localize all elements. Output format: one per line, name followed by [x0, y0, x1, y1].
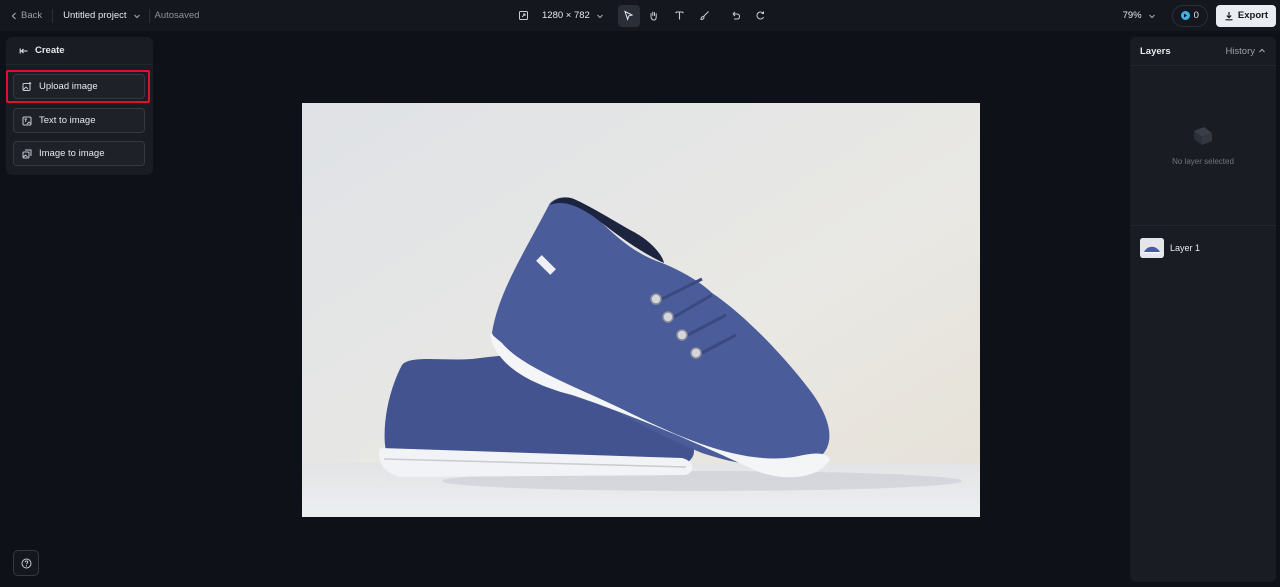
shoe-image — [302, 103, 980, 517]
undo-button[interactable] — [725, 5, 747, 27]
text-to-image-label: Text to image — [39, 115, 96, 126]
image-to-image-button[interactable]: Image to image — [13, 141, 145, 166]
layers-panel: Layers History No layer selected Layer 1 — [1130, 37, 1276, 582]
toolbar-left: Back Untitled project Autosaved — [10, 0, 199, 31]
text-to-image-icon — [22, 116, 32, 125]
credits-badge[interactable]: 0 — [1171, 4, 1208, 27]
resize-icon — [518, 11, 528, 20]
select-tool-button[interactable] — [617, 4, 640, 27]
create-title: Create — [35, 45, 65, 56]
chevron-down-icon — [133, 14, 140, 18]
back-button[interactable]: Back — [10, 10, 42, 21]
layer-item[interactable]: Layer 1 — [1140, 236, 1266, 260]
credits-count: 0 — [1193, 10, 1199, 21]
chevron-down-icon — [1148, 14, 1155, 18]
chevron-up-icon — [1259, 48, 1265, 53]
layers-panel-header: Layers History — [1130, 37, 1276, 66]
canvas-size-label: 1280 × 782 — [542, 10, 590, 21]
upload-image-icon — [22, 81, 32, 91]
help-icon — [21, 558, 31, 568]
image-to-image-label: Image to image — [39, 148, 105, 159]
resize-canvas-button[interactable] — [512, 5, 534, 27]
layer-name: Layer 1 — [1170, 243, 1201, 253]
no-layer-selected-state: No layer selected — [1130, 66, 1276, 226]
layers-title: Layers — [1140, 45, 1171, 57]
image-to-image-icon — [22, 149, 32, 158]
create-panel-header[interactable]: Create — [6, 37, 153, 65]
export-button[interactable]: Export — [1215, 4, 1276, 27]
chevron-left-icon — [11, 12, 16, 19]
chevron-down-icon — [596, 14, 603, 18]
help-button[interactable] — [13, 550, 39, 576]
download-icon — [1225, 11, 1233, 20]
top-toolbar: Back Untitled project Autosaved 1280 × 7… — [0, 0, 1280, 31]
undo-icon — [732, 11, 741, 20]
credit-icon — [1180, 11, 1190, 20]
hand-icon — [650, 11, 658, 21]
project-name: Untitled project — [63, 10, 127, 21]
zoom-dropdown[interactable]: 79% — [1123, 10, 1156, 21]
canvas-size-dropdown[interactable]: 1280 × 782 — [542, 10, 604, 21]
no-layer-text: No layer selected — [1172, 157, 1234, 166]
zoom-level: 79% — [1122, 10, 1142, 21]
layer-placeholder-icon — [1194, 127, 1212, 145]
hand-tool-button[interactable] — [643, 5, 665, 27]
toolbar-right: 79% 0 Export — [1123, 0, 1276, 31]
redo-icon — [756, 11, 765, 20]
text-icon — [675, 11, 684, 20]
text-to-image-button[interactable]: Text to image — [13, 108, 145, 133]
history-label: History — [1225, 45, 1255, 57]
layer-thumbnail — [1140, 238, 1164, 258]
redo-button[interactable] — [750, 5, 772, 27]
toolbar-center: 1280 × 782 — [512, 0, 772, 31]
autosave-status: Autosaved — [154, 10, 200, 21]
brush-icon — [700, 11, 710, 21]
divider — [52, 8, 54, 23]
back-label: Back — [21, 10, 43, 21]
export-label: Export — [1237, 10, 1268, 21]
history-toggle[interactable]: History — [1225, 46, 1266, 57]
cursor-arrow-icon — [624, 10, 634, 21]
divider — [148, 8, 150, 23]
canvas-image[interactable] — [302, 103, 980, 517]
arrow-left-bar-icon — [19, 48, 28, 53]
upload-image-button[interactable]: Upload image — [13, 74, 145, 99]
project-name-dropdown[interactable]: Untitled project — [63, 10, 140, 21]
brush-tool-button[interactable] — [694, 5, 716, 27]
upload-image-label: Upload image — [39, 81, 98, 92]
create-panel: Create Upload image Text to image Image … — [6, 37, 153, 175]
text-tool-button[interactable] — [669, 5, 691, 27]
